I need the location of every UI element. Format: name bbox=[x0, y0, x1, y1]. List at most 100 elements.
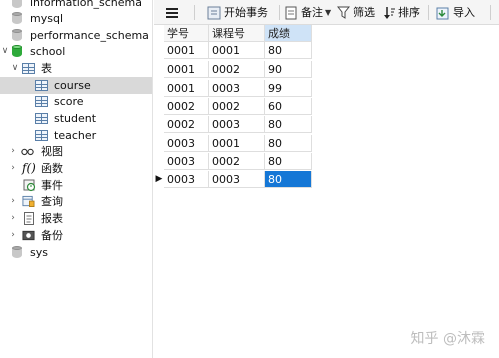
import-button[interactable]: 导入 bbox=[436, 4, 480, 21]
nav-db-school[interactable]: ∨ school bbox=[0, 43, 152, 60]
filter-button[interactable]: 筛选 bbox=[337, 4, 379, 21]
cell-score[interactable]: 80 bbox=[265, 135, 312, 152]
cell-student-id[interactable]: 0003 bbox=[164, 171, 209, 188]
chevron-right-icon[interactable]: › bbox=[8, 227, 18, 244]
nav-db-sys[interactable]: sys bbox=[0, 244, 152, 261]
filter-label: 筛选 bbox=[353, 6, 375, 19]
cell-student-id[interactable]: 0001 bbox=[164, 42, 209, 59]
nav-item-label: school bbox=[30, 45, 66, 58]
cell-score[interactable]: 80 bbox=[265, 153, 312, 170]
cell-student-id[interactable]: 0002 bbox=[164, 98, 209, 115]
nav-item-label: sys bbox=[30, 246, 48, 259]
cell-course-id[interactable]: 0003 bbox=[209, 80, 265, 97]
chevron-down-icon[interactable]: ∨ bbox=[0, 43, 10, 60]
cell-student-id[interactable]: 0003 bbox=[164, 153, 209, 170]
tables-folder-icon bbox=[22, 63, 35, 74]
chevron-right-icon[interactable]: › bbox=[8, 160, 18, 177]
table-row[interactable]: 0001 0002 90 bbox=[154, 61, 314, 78]
nav-item-label: 报表 bbox=[41, 212, 63, 225]
toolbar-separator bbox=[279, 5, 280, 20]
menu-button[interactable] bbox=[164, 4, 180, 21]
table-row[interactable]: 0003 0001 80 bbox=[154, 135, 314, 152]
column-header-student-id[interactable]: 学号 bbox=[164, 25, 209, 42]
table-icon bbox=[35, 80, 48, 91]
cell-course-id[interactable]: 0003 bbox=[209, 116, 265, 133]
table-row[interactable]: 0002 0002 60 bbox=[154, 98, 314, 115]
hamburger-icon bbox=[166, 8, 178, 18]
nav-item-label: 函数 bbox=[41, 162, 63, 175]
cell-course-id[interactable]: 0002 bbox=[209, 61, 265, 78]
column-header-course-id[interactable]: 课程号 bbox=[209, 25, 265, 42]
cell-score[interactable]: 99 bbox=[265, 80, 312, 97]
table-icon bbox=[35, 113, 48, 124]
memo-button[interactable]: 备注 ▼ bbox=[285, 4, 331, 21]
nav-folder-views[interactable]: › 视图 bbox=[0, 143, 152, 160]
nav-table-teacher[interactable]: teacher bbox=[0, 127, 152, 144]
nav-item-label: 事件 bbox=[41, 179, 63, 192]
query-icon bbox=[22, 195, 35, 207]
cell-course-id[interactable]: 0002 bbox=[209, 98, 265, 115]
cell-score[interactable]: 60 bbox=[265, 98, 312, 115]
nav-db-performance-schema[interactable]: performance_schema bbox=[0, 27, 152, 44]
cell-score-selected[interactable]: 80 bbox=[265, 171, 312, 188]
table-row[interactable]: 0001 0001 80 bbox=[154, 42, 314, 59]
nav-folder-functions[interactable]: › f() 函数 bbox=[0, 160, 152, 177]
database-icon bbox=[12, 0, 22, 9]
chevron-down-icon: ▼ bbox=[325, 8, 332, 17]
nav-table-score[interactable]: score bbox=[0, 93, 152, 110]
chevron-right-icon[interactable]: › bbox=[8, 143, 18, 160]
nav-item-label: 视图 bbox=[41, 145, 63, 158]
database-icon bbox=[12, 246, 22, 259]
table-row-current[interactable]: ▶ 0003 0003 80 bbox=[154, 171, 314, 188]
import-icon bbox=[436, 7, 449, 20]
table-row[interactable]: 0003 0002 80 bbox=[154, 153, 314, 170]
chevron-right-icon[interactable]: › bbox=[8, 210, 18, 227]
begin-transaction-label: 开始事务 bbox=[224, 6, 268, 19]
nav-item-label: student bbox=[54, 112, 97, 125]
cell-course-id[interactable]: 0003 bbox=[209, 171, 265, 188]
nav-db-mysql[interactable]: mysql bbox=[0, 10, 152, 27]
cell-score[interactable]: 80 bbox=[265, 42, 312, 59]
memo-label: 备注 bbox=[301, 6, 323, 19]
database-icon bbox=[12, 29, 22, 42]
toolbar-separator bbox=[194, 5, 195, 20]
nav-table-student[interactable]: student bbox=[0, 110, 152, 127]
nav-table-course[interactable]: course bbox=[0, 77, 152, 94]
cell-course-id[interactable]: 0001 bbox=[209, 135, 265, 152]
begin-transaction-button[interactable]: 开始事务 bbox=[207, 4, 269, 21]
nav-item-label: score bbox=[54, 95, 84, 108]
transaction-icon bbox=[207, 6, 221, 20]
cell-course-id[interactable]: 0001 bbox=[209, 42, 265, 59]
glasses-icon bbox=[21, 148, 34, 156]
database-icon bbox=[12, 12, 22, 25]
cell-score[interactable]: 80 bbox=[265, 116, 312, 133]
cell-score[interactable]: 90 bbox=[265, 61, 312, 78]
nav-folder-backups[interactable]: › 备份 bbox=[0, 227, 152, 244]
sort-button[interactable]: 排序 bbox=[383, 4, 423, 21]
nav-folder-reports[interactable]: › 报表 bbox=[0, 210, 152, 227]
cell-student-id[interactable]: 0003 bbox=[164, 135, 209, 152]
cell-student-id[interactable]: 0002 bbox=[164, 116, 209, 133]
cell-course-id[interactable]: 0002 bbox=[209, 153, 265, 170]
nav-folder-tables[interactable]: ∨ 表 bbox=[0, 60, 152, 77]
toolbar-separator bbox=[490, 5, 491, 20]
nav-item-label: 表 bbox=[41, 62, 52, 75]
nav-item-label: 备份 bbox=[41, 229, 63, 242]
table-row[interactable]: 0001 0003 99 bbox=[154, 80, 314, 97]
grid-toolbar: 开始事务 备注 ▼ 筛选 排序 导入 bbox=[154, 0, 499, 25]
nav-folder-queries[interactable]: › 查询 bbox=[0, 193, 152, 210]
data-grid: 学号 课程号 成绩 0001 0001 80 0001 0002 90 0001… bbox=[154, 25, 499, 358]
chevron-down-icon[interactable]: ∨ bbox=[10, 60, 20, 77]
cell-student-id[interactable]: 0001 bbox=[164, 61, 209, 78]
chevron-right-icon[interactable]: › bbox=[8, 193, 18, 210]
database-open-icon bbox=[12, 45, 22, 58]
table-row[interactable]: 0002 0003 80 bbox=[154, 116, 314, 133]
nav-folder-events[interactable]: 事件 bbox=[0, 177, 152, 194]
cell-student-id[interactable]: 0001 bbox=[164, 80, 209, 97]
event-clock-icon bbox=[23, 179, 36, 192]
nav-item-label: 查询 bbox=[41, 195, 63, 208]
nav-item-label: teacher bbox=[54, 129, 97, 142]
column-header-score[interactable]: 成绩 bbox=[265, 25, 312, 42]
report-icon bbox=[24, 212, 34, 225]
memo-icon bbox=[285, 6, 297, 20]
